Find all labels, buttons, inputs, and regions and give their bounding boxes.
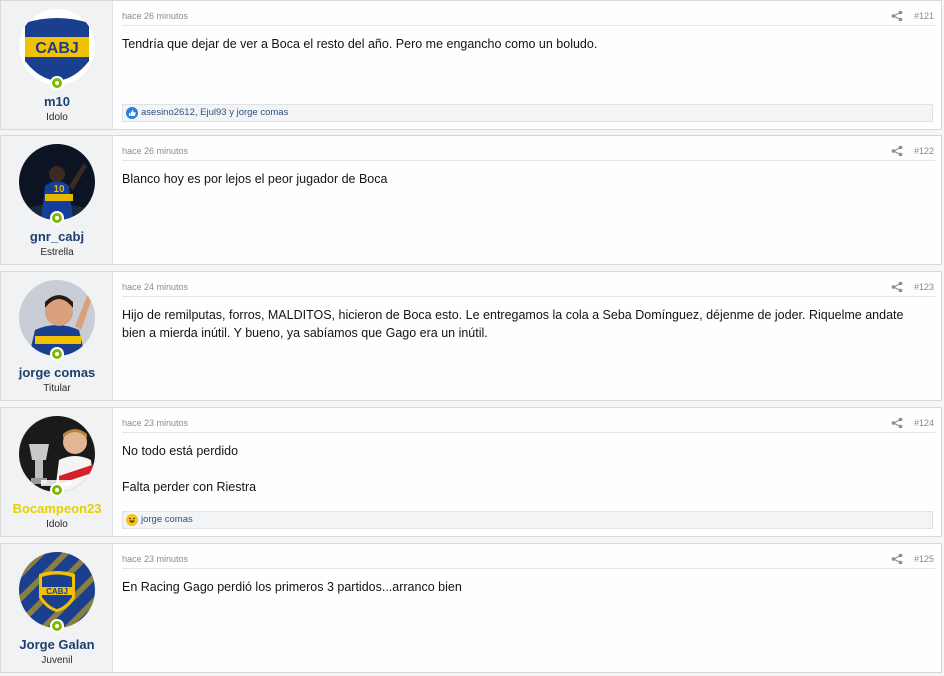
user-title: Juvenil — [41, 655, 73, 666]
avatar[interactable]: 10 — [19, 144, 95, 220]
reactions-users[interactable]: jorge comas — [141, 514, 193, 525]
post-time[interactable]: hace 23 minutos — [122, 554, 188, 564]
divider — [122, 568, 935, 569]
post: CABJ Jorge Galan Juvenil hace 23 minutos… — [0, 543, 942, 673]
post-message: No todo está perdido Falta perder con Ri… — [122, 442, 929, 496]
share-icon[interactable] — [891, 281, 903, 293]
post-time[interactable]: hace 26 minutos — [122, 11, 188, 21]
post: 10 gnr_cabj Estrella hace 26 minutos #12… — [0, 135, 942, 265]
avatar[interactable] — [19, 280, 95, 356]
share-icon[interactable] — [891, 145, 903, 157]
reactions-bar[interactable]: asesino2612, Ejul93 y jorge comas — [122, 104, 933, 122]
post-time[interactable]: hace 23 minutos — [122, 418, 188, 428]
post-number[interactable]: #124 — [914, 418, 934, 428]
post-number[interactable]: #121 — [914, 11, 934, 21]
post-number[interactable]: #122 — [914, 146, 934, 156]
user-info: jorge comas Titular — [1, 272, 113, 400]
username[interactable]: Jorge Galan — [1, 637, 113, 652]
user-title: Titular — [43, 383, 71, 394]
user-info: Bocampeon23 Idolo — [1, 408, 113, 536]
username[interactable]: jorge comas — [1, 365, 113, 380]
avatar[interactable]: CABJ — [19, 552, 95, 628]
haha-icon — [126, 514, 138, 526]
online-status-icon — [50, 211, 64, 225]
user-info: CABJ m10 Idolo — [1, 1, 113, 129]
message-paragraph: Blanco hoy es por lejos el peor jugador … — [122, 172, 388, 186]
post: CABJ m10 Idolo hace 26 minutos #121 Tend… — [0, 0, 942, 130]
divider — [122, 160, 935, 161]
post-message: Tendría que dejar de ver a Boca el resto… — [122, 35, 929, 53]
share-icon[interactable] — [891, 10, 903, 22]
user-info: 10 gnr_cabj Estrella — [1, 136, 113, 264]
divider — [122, 25, 935, 26]
share-icon[interactable] — [891, 417, 903, 429]
online-status-icon — [50, 483, 64, 497]
svg-text:CABJ: CABJ — [35, 40, 79, 57]
user-title: Idolo — [46, 112, 68, 123]
user-info: CABJ Jorge Galan Juvenil — [1, 544, 113, 672]
message-paragraph: Hijo de remilputas, forros, MALDITOS, hi… — [122, 308, 904, 340]
like-icon — [126, 107, 138, 119]
username[interactable]: Bocampeon23 — [1, 501, 113, 516]
post: jorge comas Titular hace 24 minutos #123… — [0, 271, 942, 401]
divider — [122, 296, 935, 297]
post-number[interactable]: #123 — [914, 282, 934, 292]
post-message: Hijo de remilputas, forros, MALDITOS, hi… — [122, 306, 929, 342]
post: Bocampeon23 Idolo hace 23 minutos #124 N… — [0, 407, 942, 537]
post-number[interactable]: #125 — [914, 554, 934, 564]
post-message: En Racing Gago perdió los primeros 3 par… — [122, 578, 929, 596]
online-status-icon — [50, 619, 64, 633]
reactions-bar[interactable]: jorge comas — [122, 511, 933, 529]
username[interactable]: gnr_cabj — [1, 229, 113, 244]
svg-text:10: 10 — [53, 184, 65, 195]
divider — [122, 432, 935, 433]
message-paragraph: En Racing Gago perdió los primeros 3 par… — [122, 580, 462, 594]
post-message: Blanco hoy es por lejos el peor jugador … — [122, 170, 929, 188]
online-status-icon — [50, 347, 64, 361]
online-status-icon — [50, 76, 64, 90]
avatar[interactable] — [19, 416, 95, 492]
post-time[interactable]: hace 26 minutos — [122, 146, 188, 156]
reactions-users[interactable]: asesino2612, Ejul93 y jorge comas — [141, 107, 288, 118]
svg-text:CABJ: CABJ — [46, 587, 68, 596]
user-title: Estrella — [40, 247, 74, 258]
message-paragraph: Falta perder con Riestra — [122, 480, 257, 494]
username[interactable]: m10 — [1, 94, 113, 109]
avatar[interactable]: CABJ — [19, 9, 95, 85]
share-icon[interactable] — [891, 553, 903, 565]
message-paragraph: Tendría que dejar de ver a Boca el resto… — [122, 37, 598, 51]
user-title: Idolo — [46, 519, 68, 530]
message-paragraph: No todo está perdido — [122, 444, 239, 458]
post-time[interactable]: hace 24 minutos — [122, 282, 188, 292]
